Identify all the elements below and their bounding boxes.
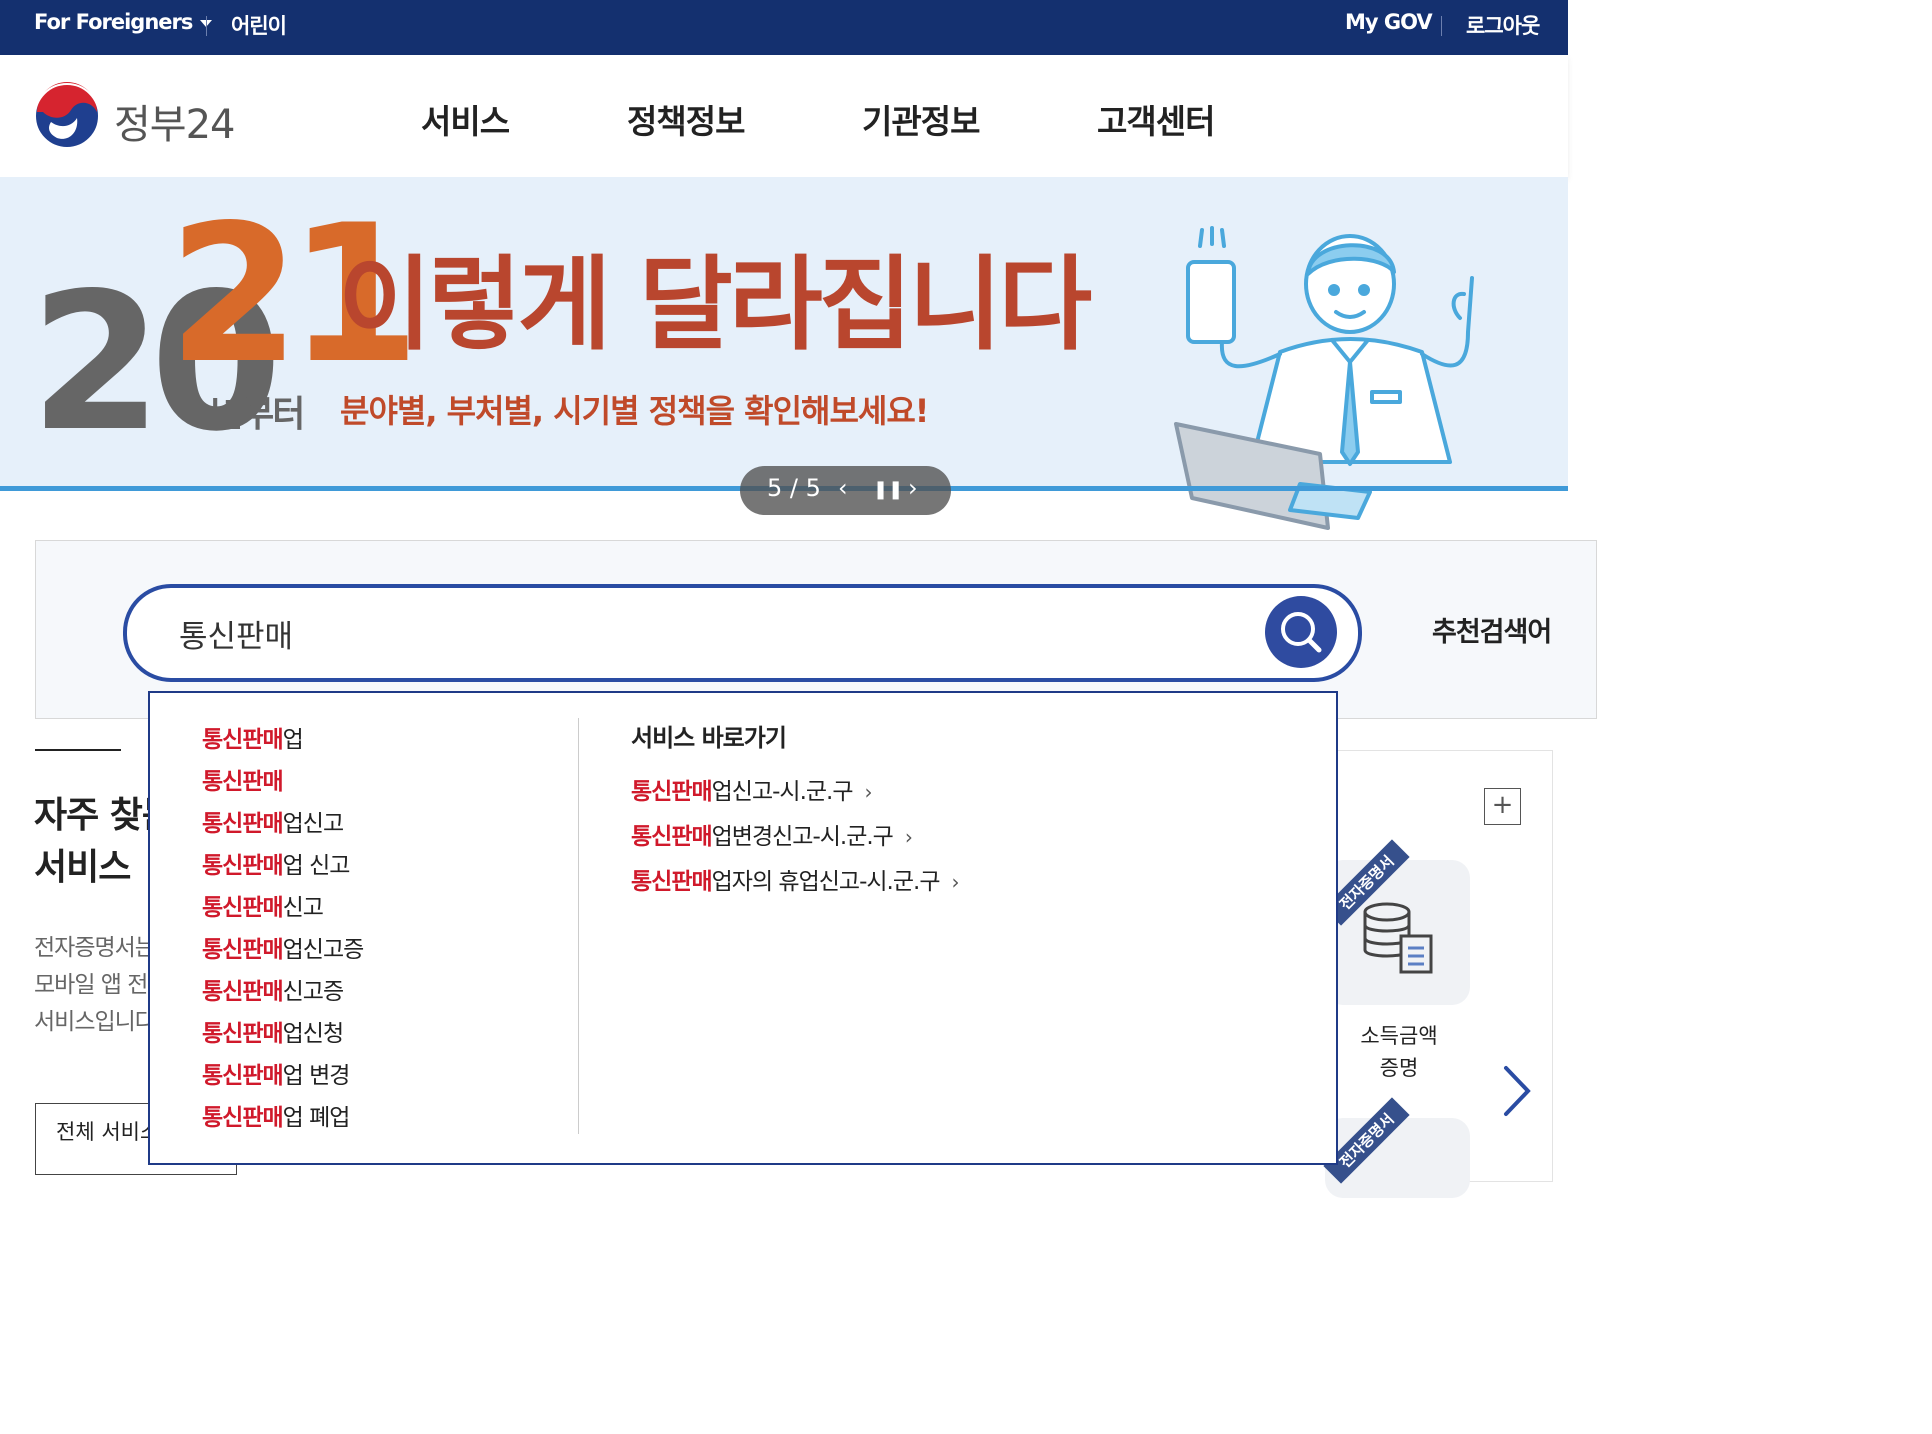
- suggestion-item[interactable]: 통신판매업 변경: [202, 1056, 350, 1090]
- search-input[interactable]: [177, 606, 1281, 660]
- government-logo-icon[interactable]: [33, 82, 101, 150]
- banner-since: 년부터: [210, 394, 305, 435]
- nav-agency-info[interactable]: 기관정보: [862, 95, 980, 143]
- desc-line1: 전자증명서는: [34, 935, 156, 961]
- service-link[interactable]: 통신판매업변경신고-시.군.구 ›: [631, 817, 913, 851]
- suggestion-item[interactable]: 통신판매신고증: [202, 972, 344, 1006]
- nav-services[interactable]: 서비스: [421, 95, 510, 143]
- tile-label: 소득금액 증명: [1337, 1020, 1461, 1084]
- divider: [206, 16, 207, 36]
- all-services-label: 전체 서비스: [56, 1120, 160, 1144]
- for-foreigners-label: For Foreigners: [34, 10, 193, 34]
- suggestion-item[interactable]: 통신판매업신청: [202, 1014, 344, 1048]
- nav-customer-center[interactable]: 고객센터: [1097, 95, 1215, 143]
- for-foreigners-menu[interactable]: For Foreigners: [34, 10, 213, 34]
- database-document-icon: [1363, 902, 1433, 974]
- banner-headline: 이렇게 달라집니다: [338, 246, 1092, 365]
- logo-text[interactable]: 정부24: [114, 92, 235, 150]
- suggestion-item[interactable]: 통신판매업: [202, 720, 304, 754]
- kids-link[interactable]: 어린이: [231, 10, 287, 40]
- chevron-right-icon: ›: [904, 825, 913, 849]
- desc-line2: 모바일 앱 전: [34, 972, 148, 998]
- chevron-right-icon: ›: [951, 870, 959, 894]
- frequent-services-description: 전자증명서는 모바일 앱 전 서비스입니다: [34, 930, 156, 1041]
- suggestion-item[interactable]: 통신판매업 신고: [202, 846, 350, 880]
- suggestion-item[interactable]: 통신판매업신고증: [202, 930, 364, 964]
- suggestion-item[interactable]: 통신판매신고: [202, 888, 324, 922]
- nav-policy-info[interactable]: 정책정보: [627, 95, 745, 143]
- section-divider: [35, 749, 121, 751]
- prev-slide-icon[interactable]: ‹: [838, 474, 848, 502]
- search-box[interactable]: [123, 584, 1362, 682]
- divider: [1441, 16, 1442, 36]
- search-button[interactable]: [1265, 596, 1337, 668]
- add-service-button[interactable]: +: [1484, 788, 1521, 825]
- desc-line3: 서비스입니다: [34, 1009, 156, 1035]
- suggestion-item[interactable]: 통신판매업신고: [202, 804, 344, 838]
- banner-subline: 분야별, 부처별, 시기별 정책을 확인해보세요!: [340, 392, 929, 430]
- service-link[interactable]: 통신판매업자의 휴업신고-시.군.구 ›: [631, 862, 959, 896]
- mygov-link[interactable]: My GOV: [1345, 10, 1433, 34]
- suggestion-item[interactable]: 통신판매업 폐업: [202, 1098, 350, 1132]
- search-icon: [1281, 612, 1322, 653]
- next-arrow-icon[interactable]: [1502, 1064, 1532, 1119]
- service-shortcut-title: 서비스 바로가기: [631, 724, 787, 752]
- tile-label-line1: 소득금액: [1360, 1024, 1438, 1048]
- dropdown-divider: [578, 718, 579, 1134]
- logout-link[interactable]: 로그아웃: [1466, 10, 1540, 40]
- autocomplete-dropdown: [148, 691, 1338, 1165]
- suggestion-item[interactable]: 통신판매: [202, 762, 284, 796]
- service-link[interactable]: 통신판매업신고-시.군.구 ›: [631, 772, 873, 806]
- banner-page-count: 5 / 5: [767, 474, 821, 502]
- pause-icon[interactable]: ❚❚: [873, 479, 903, 500]
- recommended-keywords-label[interactable]: 추천검색어: [1432, 610, 1552, 649]
- utility-bar: For Foreigners 어린이 My GOV 로그아웃: [0, 0, 1568, 55]
- chevron-right-icon: ›: [864, 780, 873, 804]
- tile-label-line2: 증명: [1379, 1056, 1419, 1080]
- banner-pager: 5 / 5 ‹ ❚❚ ›: [740, 466, 951, 515]
- main-header: 정부24 서비스 정책정보 기관정보 고객센터: [0, 55, 1568, 177]
- next-slide-icon[interactable]: ›: [908, 474, 918, 502]
